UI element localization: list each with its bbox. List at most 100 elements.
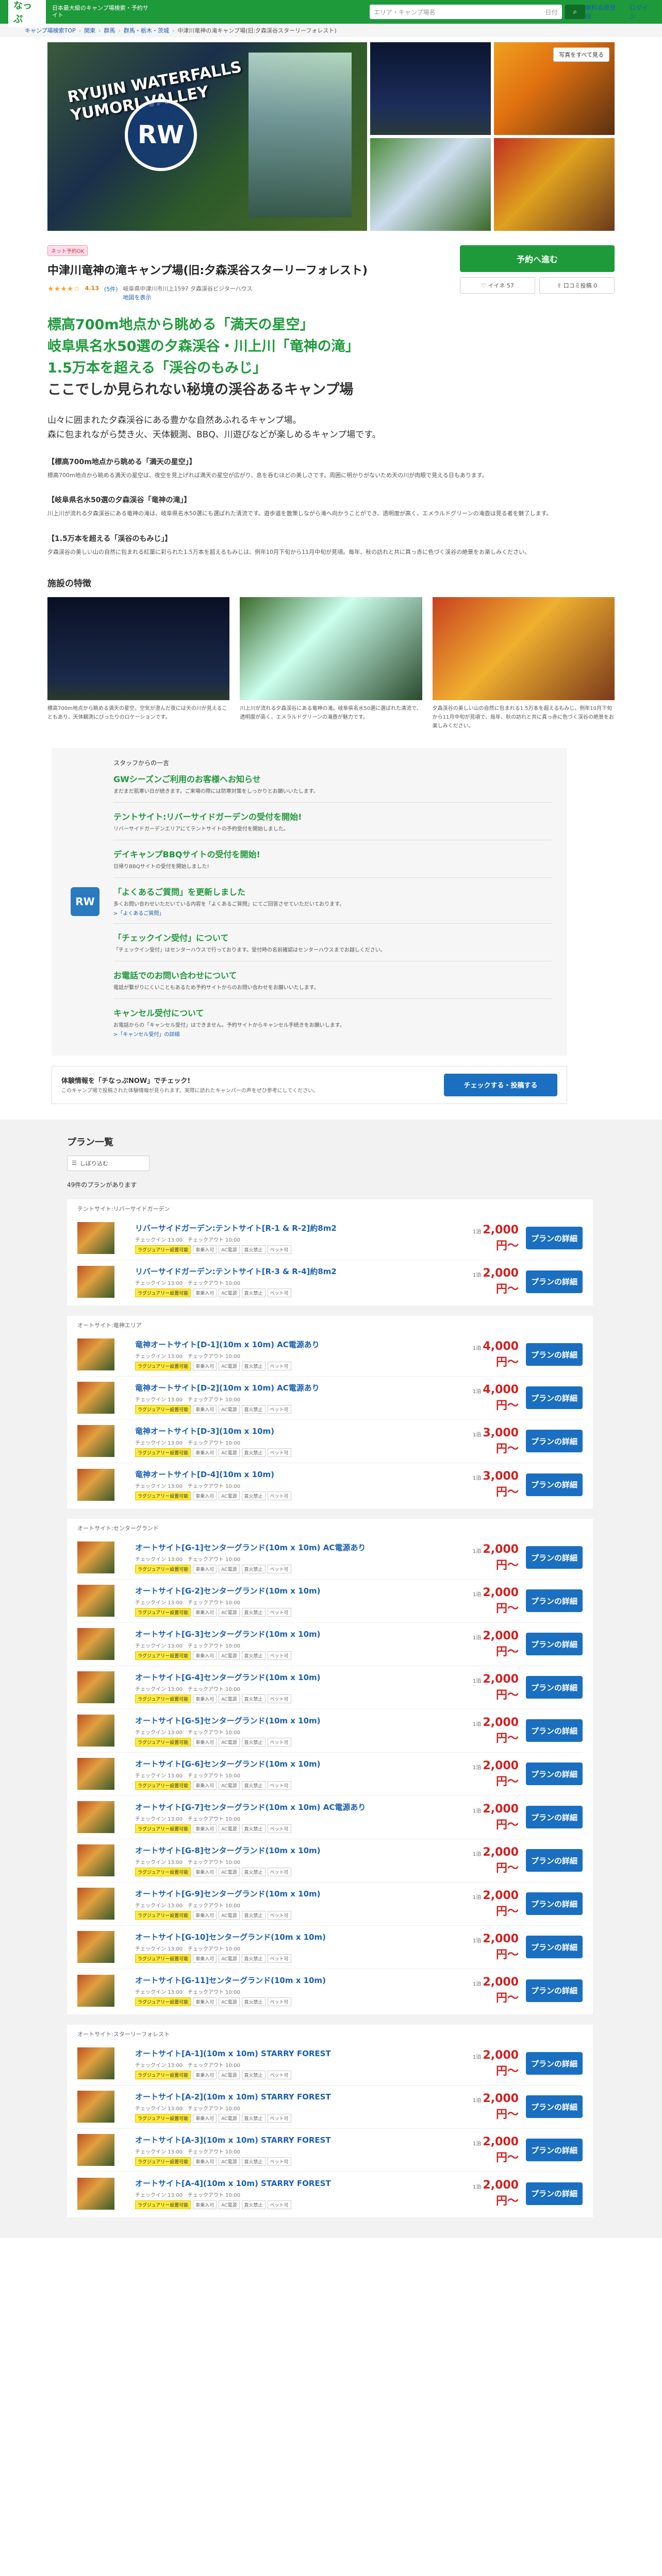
feature-photo[interactable] [240,597,422,700]
plan-detail-button[interactable]: プランの詳細 [526,1386,583,1410]
plan-thumbnail[interactable] [77,1974,114,2007]
search-button[interactable]: ⌕ [565,5,585,19]
plan-detail-button[interactable]: プランの詳細 [526,1633,583,1656]
plan-name-link[interactable]: オートサイト[G-10]センターグランド(10m x 10m) [135,1933,326,1942]
plan-name-link[interactable]: リバーサイドガーデン:テントサイト[R-3 & R-4]約8m2 [135,1267,337,1276]
plan-thumbnail[interactable] [77,1382,114,1414]
plan-thumbnail[interactable] [77,1844,114,1877]
plan-name-link[interactable]: 竜神オートサイト[D-3](10m x 10m) [135,1427,274,1436]
review-count-link[interactable]: (5件) [104,285,118,293]
plan-name-link[interactable]: オートサイト[A-2](10m x 10m) STARRY FOREST [135,2092,331,2102]
breadcrumb-item[interactable]: 関東 [84,26,95,35]
promo-button[interactable]: チェックする・投稿する [444,1073,557,1096]
plan-name-link[interactable]: オートサイト[A-4](10m x 10m) STARRY FOREST [135,2179,331,2188]
plan-detail-button[interactable]: プランの詳細 [526,1762,583,1786]
plan-name-link[interactable]: 竜神オートサイト[D-1](10m x 10m) AC電源あり [135,1340,320,1349]
register-link[interactable]: 無料会員登録 [585,3,621,21]
plan-detail-button[interactable]: プランの詳細 [526,1936,583,1959]
plan-badge: 車乗入可 [193,1245,217,1254]
plan-detail-button[interactable]: プランの詳細 [526,1343,583,1366]
plan-thumbnail[interactable] [77,2047,114,2080]
plan-detail-button[interactable]: プランの詳細 [526,1849,583,1872]
feature-photo[interactable] [432,597,615,700]
plan-thumbnail[interactable] [77,1715,114,1747]
login-link[interactable]: ログイン [630,3,654,21]
review-post-button[interactable]: ⇪ 口コミ投稿 0 [539,277,615,294]
plan-checkin-time: チェックイン 13:00 チェックアウト 10:00 [135,1397,240,1403]
plan-detail-button[interactable]: プランの詳細 [526,2182,583,2205]
plan-detail-button[interactable]: プランの詳細 [526,1227,583,1250]
plan-detail-button[interactable]: プランの詳細 [526,1806,583,1829]
favorite-button[interactable]: ♡ イイネ 57 [460,277,535,294]
feature-photo[interactable] [47,597,230,700]
plan-price: 1泊 2,000円〜 [472,1543,519,1572]
plan-name-link[interactable]: オートサイト[G-9]センターグランド(10m x 10m) [135,1889,321,1899]
news-item-link[interactable]: >「よくあるご質問」 [113,911,164,917]
map-link[interactable]: 地図を表示 [123,294,152,301]
feature-card: 川上川が流れる夕森渓谷にある竜神の滝。岐阜県名水50選に選ばれた清流で、透明度が… [240,597,422,731]
plan-name-link[interactable]: オートサイト[G-5]センターグランド(10m x 10m) [135,1716,321,1725]
site-logo[interactable]: なっぷ [8,0,46,27]
view-all-photos-button[interactable]: 写真をすべて見る [553,47,609,62]
plan-name-link[interactable]: オートサイト[G-8]センターグランド(10m x 10m) [135,1846,321,1855]
search-input[interactable]: エリア・キャンプ場名 日付 [369,5,562,19]
plan-thumbnail[interactable] [77,1222,114,1255]
plan-thumbnail[interactable] [77,2134,114,2166]
gallery-photo-maple[interactable] [494,138,615,231]
plan-name-link[interactable]: オートサイト[G-1]センターグランド(10m x 10m) AC電源あり [135,1543,366,1552]
plan-badge: ペット可 [267,2113,291,2123]
breadcrumb-item[interactable]: 群馬・栃木・茨城 [124,26,169,35]
plan-detail-button[interactable]: プランの詳細 [526,1473,583,1496]
breadcrumb-item[interactable]: 群馬 [104,26,115,35]
plan-detail-button[interactable]: プランの詳細 [526,2139,583,2162]
plan-detail-button[interactable]: プランの詳細 [526,1892,583,1916]
plan-thumbnail[interactable] [77,1265,114,1298]
feature-text: 標高700m地点から眺める満天の星空。空気が澄んだ夜には天の川が見えることもあり… [47,705,227,720]
plan-thumbnail[interactable] [77,1541,114,1574]
plan-thumbnail[interactable] [77,1758,114,1790]
plan-name-link[interactable]: オートサイト[G-6]センターグランド(10m x 10m) [135,1759,321,1769]
plan-detail-button[interactable]: プランの詳細 [526,1270,583,1293]
plan-name-link[interactable]: オートサイト[G-3]センターグランド(10m x 10m) [135,1630,321,1639]
plan-badge: ラグジュアリー設置可能 [135,1651,191,1660]
plan-row: リバーサイドガーデン:テントサイト[R-1 & R-2]約8m2 チェックイン … [77,1217,583,1260]
plan-filter-button[interactable]: ☰ しぼり込む [67,1155,150,1171]
plan-badge: ペット可 [267,1492,291,1501]
plan-name-link[interactable]: オートサイト[A-1](10m x 10m) STARRY FOREST [135,2049,331,2058]
plan-price: 1泊 2,000円〜 [472,2048,519,2078]
plan-detail-button[interactable]: プランの詳細 [526,1589,583,1613]
plan-thumbnail[interactable] [77,1468,114,1501]
plan-thumbnail[interactable] [77,1425,114,1458]
gallery-photo-waterfall[interactable] [370,138,491,231]
plan-detail-button[interactable]: プランの詳細 [526,1546,583,1569]
plan-name-link[interactable]: 竜神オートサイト[D-2](10m x 10m) AC電源あり [135,1383,320,1393]
breadcrumb-item[interactable]: キャンプ場検索TOP [25,26,76,35]
plan-name-link[interactable]: オートサイト[A-3](10m x 10m) STARRY FOREST [135,2136,331,2145]
gallery-main-photo[interactable]: RYUJIN WATERFALLS YUMORI VALLEY RW [47,42,367,231]
plan-thumbnail[interactable] [77,1671,114,1704]
plan-thumbnail[interactable] [77,1888,114,1920]
gallery-photo-starry-sky[interactable] [370,42,491,135]
plan-detail-button[interactable]: プランの詳細 [526,1719,583,1742]
plan-detail-button[interactable]: プランの詳細 [526,1979,583,2002]
plan-badge: AC電源 [219,1997,240,2007]
plan-thumbnail[interactable] [77,1801,114,1834]
plan-name-link[interactable]: オートサイト[G-11]センターグランド(10m x 10m) [135,1976,326,1985]
news-item-link[interactable]: >「キャンセル受付」の詳細 [113,1032,179,1038]
plan-name-link[interactable]: オートサイト[G-4]センターグランド(10m x 10m) [135,1673,321,1682]
plan-name-link[interactable]: オートサイト[G-7]センターグランド(10m x 10m) AC電源あり [135,1803,366,1812]
plan-thumbnail[interactable] [77,2177,114,2210]
plan-name-link[interactable]: オートサイト[G-2]センターグランド(10m x 10m) [135,1586,321,1596]
plan-detail-button[interactable]: プランの詳細 [526,1430,583,1453]
plan-name-link[interactable]: 竜神オートサイト[D-4](10m x 10m) [135,1470,274,1479]
plan-thumbnail[interactable] [77,1338,114,1371]
plan-name-link[interactable]: リバーサイドガーデン:テントサイト[R-1 & R-2]約8m2 [135,1224,337,1233]
plan-detail-button[interactable]: プランの詳細 [526,2052,583,2075]
plan-detail-button[interactable]: プランの詳細 [526,1676,583,1699]
plan-thumbnail[interactable] [77,1585,114,1617]
plan-thumbnail[interactable] [77,1628,114,1660]
plan-thumbnail[interactable] [77,1931,114,1963]
reserve-button[interactable]: 予約へ進む [460,245,615,272]
plan-thumbnail[interactable] [77,2091,114,2123]
plan-detail-button[interactable]: プランの詳細 [526,2095,583,2119]
